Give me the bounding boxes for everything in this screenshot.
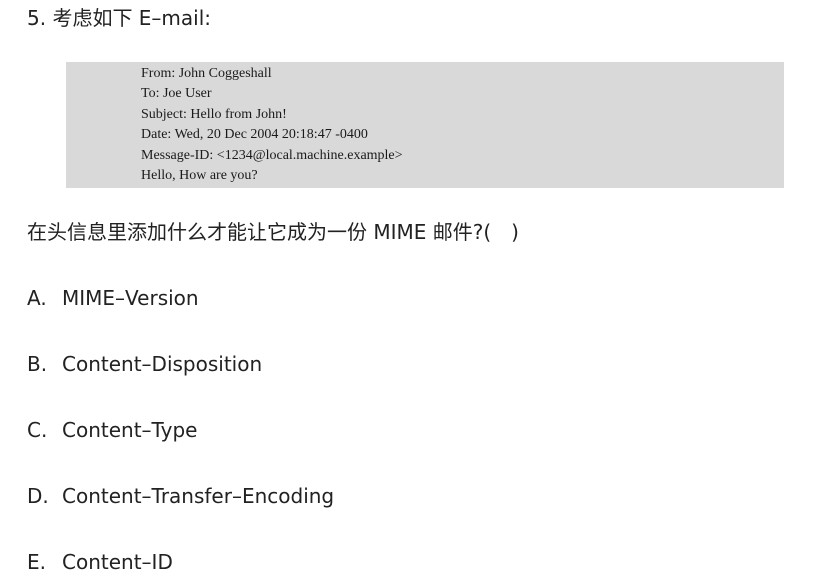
question-body: 在头信息里添加什么才能让它成为一份 MIME 邮件?( )	[27, 220, 519, 244]
email-header-lines: From: John Coggeshall To: Joe User Subje…	[141, 64, 403, 186]
option-a[interactable]: A. MIME–Version	[27, 284, 199, 312]
option-b[interactable]: B. Content–Disposition	[27, 350, 262, 378]
email-subject-line: Subject: Hello from John!	[141, 106, 287, 122]
option-letter: B.	[27, 352, 48, 376]
option-letter: A.	[27, 286, 47, 310]
email-body-line: Hello, How are you?	[141, 168, 258, 184]
option-text: Content–Transfer–Encoding	[62, 484, 335, 508]
email-date-line: Date: Wed, 20 Dec 2004 20:18:47 -0400	[141, 127, 368, 143]
email-from-line: From: John Coggeshall	[141, 66, 272, 81]
option-text: Content–Disposition	[62, 352, 263, 376]
option-c[interactable]: C. Content–Type	[27, 416, 197, 444]
email-to-line: To: Joe User	[141, 86, 212, 102]
option-letter: C.	[27, 418, 48, 442]
option-e[interactable]: E. Content–ID	[27, 548, 173, 576]
option-d[interactable]: D. Content–Transfer–Encoding	[27, 482, 334, 510]
option-letter: D.	[27, 484, 49, 508]
option-text: MIME–Version	[62, 286, 199, 310]
email-example-box: From: John Coggeshall To: Joe User Subje…	[66, 62, 784, 188]
email-message-id-line: Message-ID: <1234@local.machine.example>	[141, 147, 403, 163]
option-text: Content–ID	[62, 550, 173, 574]
option-letter: E.	[27, 550, 46, 574]
option-text: Content–Type	[62, 418, 198, 442]
question-title: 5. 考虑如下 E–mail:	[27, 6, 212, 30]
